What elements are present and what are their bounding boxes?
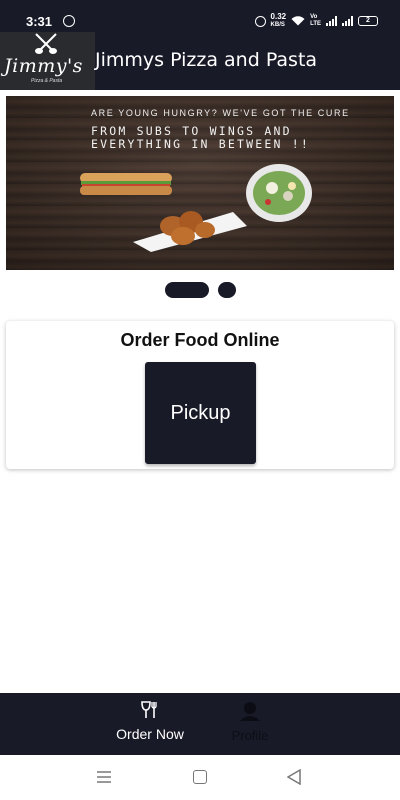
- status-bar: 3:31 0.32 KB/S Vo LTE 2: [0, 0, 400, 32]
- banner-headline: FROM SUBS TO WINGS AND EVERYTHING IN BET…: [91, 125, 310, 151]
- recent-apps-icon[interactable]: [97, 771, 111, 783]
- home-icon[interactable]: [193, 770, 207, 784]
- nav-item-profile[interactable]: Profile: [215, 701, 285, 743]
- whatsapp-icon: [63, 15, 75, 27]
- logo-text: Jimmy's: [4, 55, 83, 77]
- speed-unit: KB/S: [270, 22, 285, 28]
- utensils-icon: [141, 701, 157, 718]
- logo-subtext: Pizza & Pasta: [31, 78, 63, 84]
- banner-tagline: ARE YOUNG HUNGRY? WE'VE GOT THE CURE: [91, 108, 350, 118]
- volte-indicator: Vo LTE: [310, 14, 321, 28]
- nav-label-profile: Profile: [231, 728, 269, 743]
- back-icon[interactable]: [287, 769, 301, 785]
- user-icon: [240, 702, 260, 721]
- nav-label-order-now: Order Now: [116, 726, 184, 742]
- restaurant-logo[interactable]: Jimmy's Pizza & Pasta: [0, 32, 95, 90]
- system-navigation-bar: [0, 755, 400, 800]
- battery-icon: 2: [358, 16, 378, 26]
- status-time: 3:31: [26, 14, 53, 29]
- wifi-icon: [291, 16, 305, 26]
- volte-top: Vo: [310, 14, 318, 20]
- carousel-dot-active[interactable]: [164, 282, 209, 298]
- signal-icon-2: [342, 16, 353, 26]
- bottom-navigation: Order Now Profile: [0, 693, 400, 755]
- carousel-indicator: [0, 282, 400, 298]
- network-speed: 0.32 KB/S: [271, 13, 287, 29]
- salad-bowl-image: [246, 164, 312, 222]
- alarm-icon: [254, 15, 266, 27]
- nav-item-order-now[interactable]: Order Now: [108, 701, 192, 742]
- order-food-card: Order Food Online Pickup: [6, 321, 394, 469]
- status-icons: 0.32 KB/S Vo LTE 2: [254, 13, 378, 29]
- carousel-dot[interactable]: [217, 282, 236, 298]
- promo-banner[interactable]: ARE YOUNG HUNGRY? WE'VE GOT THE CURE FRO…: [6, 96, 394, 270]
- pizza-peel-icon: [35, 33, 57, 54]
- page-title: Jimmys Pizza and Pasta: [95, 49, 318, 71]
- chicken-wings-image: [133, 211, 247, 252]
- app-header: Jimmy's Pizza & Pasta Jimmys Pizza and P…: [0, 32, 400, 90]
- sub-sandwich-image: [80, 173, 172, 195]
- order-section-title: Order Food Online: [120, 330, 280, 350]
- speed-value: 0.32: [270, 12, 287, 21]
- banner-headline-line-2: EVERYTHING IN BETWEEN !!: [91, 137, 310, 151]
- pickup-button[interactable]: Pickup: [145, 362, 256, 464]
- signal-icon-1: [326, 16, 337, 26]
- volte-bottom: LTE: [310, 21, 321, 27]
